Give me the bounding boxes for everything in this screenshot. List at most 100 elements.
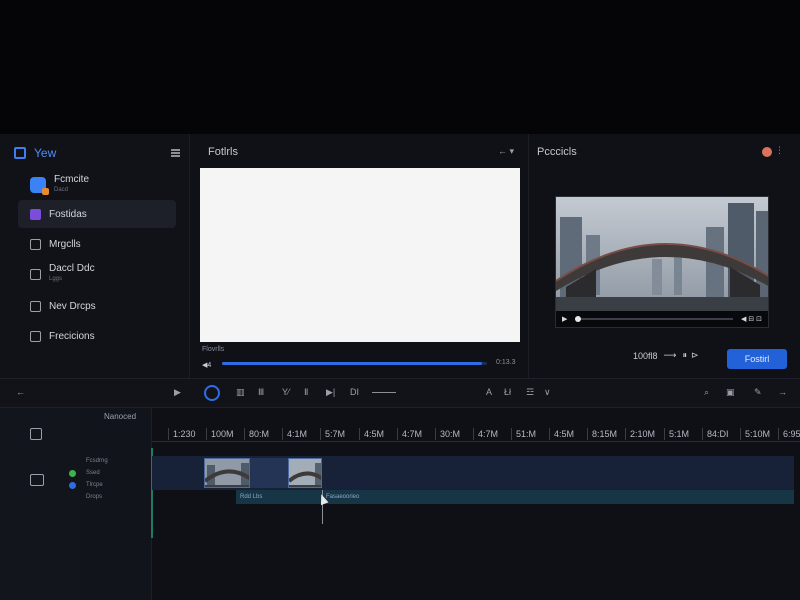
avatar[interactable] <box>762 147 772 157</box>
zoom-label: 100fl8 <box>633 350 658 361</box>
arrow-right-icon: ⟶ <box>663 350 677 360</box>
video-clip[interactable] <box>204 458 250 488</box>
right-tool-3[interactable]: ∨ <box>544 387 551 398</box>
track-icon[interactable] <box>30 474 44 486</box>
preview-time: 0:13.3 <box>496 359 516 366</box>
right-tool-2[interactable]: ☲ <box>526 387 534 398</box>
timeline-header: Nanoced <box>104 412 137 421</box>
sidebar-item-1[interactable]: Fostidas <box>18 200 176 228</box>
sidebar-item-label: Daccl Ddc <box>49 263 95 274</box>
clip-label: Rdd Lbs <box>240 494 263 500</box>
pen-icon[interactable]: ✎ <box>754 387 762 398</box>
right-tool-1[interactable]: Łł <box>504 387 511 397</box>
sidebar-item-label: Nev Drcps <box>49 300 96 312</box>
zoom-control[interactable]: 100fl8 ⟶ ⏸ ⊳ <box>633 350 699 361</box>
sidebar-header: Yew <box>14 144 180 162</box>
clip-thumbnail <box>205 459 249 487</box>
app-icon <box>30 177 49 195</box>
sidebar-item-3[interactable]: Daccl Ddc Lggs <box>18 260 176 288</box>
pause-icon[interactable]: ⏸ <box>682 350 687 361</box>
right-tool-0[interactable]: A <box>486 387 492 397</box>
tool-4[interactable]: ▶| <box>326 387 335 398</box>
ruler-tick: 4:7M <box>397 428 422 440</box>
calendar-icon <box>30 238 41 250</box>
play-button[interactable]: ▶ <box>174 387 181 398</box>
timeline-side <box>0 408 80 600</box>
folder-icon <box>30 268 41 280</box>
media-bin-icon[interactable] <box>30 428 42 440</box>
video-clip[interactable] <box>288 458 322 488</box>
sidebar-item-sub: Lggs <box>49 276 63 282</box>
ruler-tick: 51:M <box>511 428 536 440</box>
preview-caption: Flovrlls <box>202 346 225 353</box>
progress-fill <box>222 362 482 365</box>
video-controls[interactable]: ▶ ◀ ⊟ ⊡ <box>556 311 768 327</box>
preview-controls[interactable]: ← ▾ <box>498 146 514 157</box>
play-icon[interactable]: ▶ <box>562 315 567 323</box>
scrubber-knob[interactable] <box>575 316 582 322</box>
forward-icon[interactable]: → <box>778 387 787 397</box>
sidebar-item-label: Fostidas <box>49 208 87 220</box>
clip-thumbnail <box>289 459 321 487</box>
sidebar-item-4[interactable]: Nev Drcps <box>18 292 176 320</box>
tool-3[interactable]: Ⅱ <box>304 387 308 398</box>
ruler-tick: 5:1M <box>664 428 689 440</box>
editor-app: Yew Fcmcite Dacd Fostidas Mrgclls Daccl … <box>0 134 800 600</box>
preview-canvas[interactable] <box>200 168 520 342</box>
menu-icon[interactable] <box>171 149 180 157</box>
track-dot-blue <box>69 482 76 489</box>
skip-icon[interactable]: ⊳ <box>691 350 699 361</box>
sidebar-item-0[interactable]: Fcmcite Dacd <box>18 170 176 200</box>
preview-progress[interactable]: ◀4 <box>202 361 492 369</box>
shape-icon <box>30 300 41 312</box>
tool-1[interactable]: Ⅲ <box>258 387 264 398</box>
video-clip-gap[interactable] <box>250 458 288 488</box>
ruler-tick: 4:5M <box>359 428 384 440</box>
video-options[interactable]: ◀ ⊟ ⊡ <box>741 315 762 323</box>
timeline: Nanoced Fcsdrng Ssed Tlrcpe Drops 1:230 1… <box>0 408 800 600</box>
track-label: Fcsdrng <box>86 458 108 464</box>
preview-title: Fotlrls <box>208 146 238 158</box>
tool-2[interactable]: Y⁄ <box>282 387 290 397</box>
video-player[interactable]: ▶ ◀ ⊟ ⊡ <box>555 196 769 328</box>
ruler-tick: 1:230 <box>168 428 196 440</box>
logo-icon <box>14 147 26 159</box>
bridge-image <box>556 197 768 313</box>
slider-line[interactable] <box>372 387 396 397</box>
tool-5[interactable]: DI <box>350 387 359 397</box>
ruler-tick: 4:7M <box>473 428 498 440</box>
track-label: Ssed <box>69 470 100 477</box>
volume-icon[interactable]: ◀4 <box>202 361 211 369</box>
media-icon <box>30 330 41 342</box>
track-label: Tlrcpe <box>69 482 103 489</box>
back-icon[interactable]: ← <box>16 387 25 397</box>
ruler-tick: 5:10M <box>740 428 770 440</box>
search-icon[interactable]: ⌕ <box>704 387 709 398</box>
clipboard-icon[interactable]: ▣ <box>726 387 735 398</box>
video-scrubber[interactable] <box>575 316 733 322</box>
ruler-tick: 80:M <box>244 428 269 440</box>
ruler-tick: 30:M <box>435 428 460 440</box>
preview-panel: Fotlrls ← ▾ Flovrlls ◀4 0:13.3 <box>190 134 528 378</box>
right-panel: Pcccicls ⋮ ▶ ◀ ⊟ ⊡ 100fl8 ⟶ ⏸ ⊳ Fostirl <box>528 134 800 378</box>
checkbox-icon <box>30 208 41 220</box>
sidebar-item-label: Frecicions <box>49 330 95 342</box>
sidebar: Yew Fcmcite Dacd Fostidas Mrgclls Daccl … <box>0 134 190 378</box>
record-icon[interactable] <box>204 385 220 401</box>
ruler-tick: 5:7M <box>320 428 345 440</box>
export-button[interactable]: Fostirl <box>727 349 787 369</box>
ruler-tick: 4:1M <box>282 428 307 440</box>
track-label: Drops <box>86 494 103 500</box>
ruler-tick: 84:DI <box>702 428 729 440</box>
time-ruler[interactable]: 1:230 100M 80:M 4:1M 5:7M 4:5M 4:7M 30:M 4:7M 51:… <box>152 424 800 442</box>
right-panel-title: Pcccicls <box>537 146 577 158</box>
track-dot-green <box>69 470 76 477</box>
sidebar-item-5[interactable]: Frecicions <box>18 322 176 350</box>
ruler-tick: 6:95 <box>778 428 800 440</box>
sidebar-item-2[interactable]: Mrgclls <box>18 230 176 258</box>
sidebar-title: Yew <box>34 146 57 160</box>
tool-0[interactable]: ▥ <box>236 387 245 398</box>
ruler-tick: 4:5M <box>549 428 574 440</box>
sidebar-item-sub: Dacd <box>54 187 69 193</box>
more-icon[interactable]: ⋮ <box>775 145 784 156</box>
